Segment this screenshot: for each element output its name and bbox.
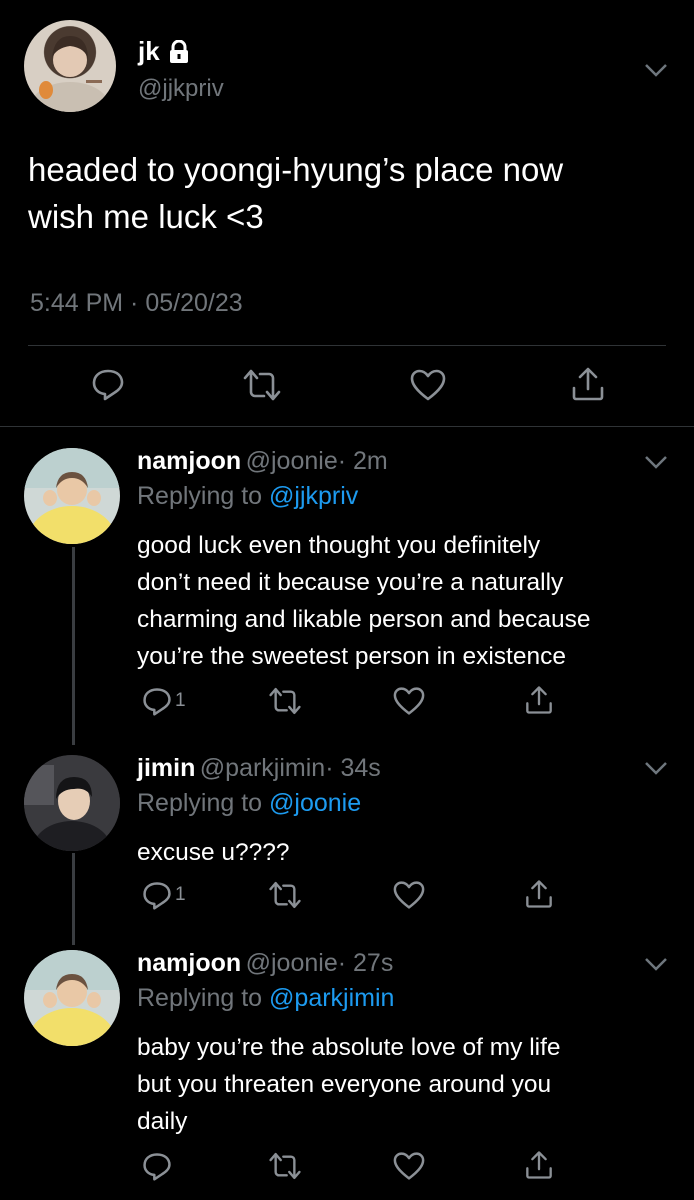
tweet-text-line: headed to yoongi-hyung’s place now <box>28 151 564 188</box>
share-icon[interactable] <box>524 1149 554 1181</box>
reply-time[interactable]: · 27s <box>338 949 394 977</box>
divider <box>0 426 694 427</box>
reply-text-line: excuse u???? <box>137 839 290 866</box>
reply-text-line: don’t need it because you’re a naturally <box>137 569 564 596</box>
reply-text-line: baby you’re the absolute love of my life <box>137 1034 561 1061</box>
replying-to: Replying to @joonie <box>137 789 361 818</box>
reply-avatar[interactable] <box>24 448 120 544</box>
replying-to-prefix: Replying to <box>137 789 270 817</box>
replying-to-link[interactable]: @parkjimin <box>269 984 394 1012</box>
main-display-name[interactable]: jk <box>138 36 160 67</box>
reply-text-line: daily <box>137 1108 188 1135</box>
reply-handle[interactable]: @joonie <box>246 447 338 475</box>
chevron-down-icon[interactable] <box>643 956 669 972</box>
retweet-icon[interactable] <box>268 1151 302 1181</box>
chevron-down-icon[interactable] <box>643 62 669 78</box>
replying-to: Replying to @jjkpriv <box>137 482 358 511</box>
tweet-text-line: wish me luck <3 <box>28 198 264 235</box>
lock-icon <box>168 40 190 64</box>
reply-count: 1 <box>175 884 186 905</box>
retweet-icon[interactable] <box>242 368 282 402</box>
reply-header: namjoon @joonie· 2m <box>137 447 388 476</box>
like-icon[interactable] <box>393 1151 425 1181</box>
reply-text: baby you’re the absolute love of my life… <box>137 1029 561 1140</box>
reply-handle[interactable]: @parkjimin <box>200 754 325 782</box>
reply-text: excuse u???? <box>137 834 290 871</box>
reply-text: good luck even thought you definitely do… <box>137 527 591 675</box>
reply-count: 1 <box>175 690 186 711</box>
replying-to-prefix: Replying to <box>137 984 270 1012</box>
main-tweet-text: headed to yoongi-hyung’s place now wish … <box>28 146 563 240</box>
reply-handle[interactable]: @joonie <box>246 949 338 977</box>
like-icon[interactable] <box>410 368 446 402</box>
share-icon[interactable] <box>524 878 554 910</box>
reply-icon[interactable] <box>90 366 126 402</box>
reply-time[interactable]: · 34s <box>325 754 381 782</box>
replying-to: Replying to @parkjimin <box>137 984 394 1013</box>
thread-line <box>72 547 75 745</box>
main-handle[interactable]: @jjkpriv <box>138 75 224 103</box>
chevron-down-icon[interactable] <box>643 454 669 470</box>
retweet-icon[interactable] <box>268 686 302 716</box>
thread-line <box>72 853 75 945</box>
share-icon[interactable] <box>570 366 606 402</box>
reply-display-name[interactable]: jimin <box>137 754 195 782</box>
reply-icon[interactable] <box>141 1150 173 1182</box>
reply-avatar[interactable] <box>24 950 120 1046</box>
reply-time[interactable]: · 2m <box>338 447 388 475</box>
replying-to-link[interactable]: @jjkpriv <box>269 482 358 510</box>
reply-avatar[interactable] <box>24 755 120 851</box>
tweet-timestamp[interactable]: 5:44 PM · 05/20/23 <box>30 289 243 318</box>
replying-to-link[interactable]: @joonie <box>269 789 361 817</box>
like-icon[interactable] <box>393 880 425 910</box>
reply-icon[interactable] <box>141 685 173 717</box>
share-icon[interactable] <box>524 684 554 716</box>
reply-text-line: you’re the sweetest person in existence <box>137 643 566 670</box>
replying-to-prefix: Replying to <box>137 482 270 510</box>
like-icon[interactable] <box>393 686 425 716</box>
reply-display-name[interactable]: namjoon <box>137 949 241 977</box>
reply-icon[interactable] <box>141 879 173 911</box>
chevron-down-icon[interactable] <box>643 760 669 776</box>
reply-header: jimin @parkjimin· 34s <box>137 754 381 783</box>
main-avatar[interactable] <box>24 20 116 112</box>
reply-text-line: good luck even thought you definitely <box>137 532 541 559</box>
reply-display-name[interactable]: namjoon <box>137 447 241 475</box>
reply-text-line: charming and likable person and because <box>137 606 591 633</box>
reply-text-line: but you threaten everyone around you <box>137 1071 552 1098</box>
divider <box>28 345 666 346</box>
retweet-icon[interactable] <box>268 880 302 910</box>
reply-header: namjoon @joonie· 27s <box>137 949 393 978</box>
